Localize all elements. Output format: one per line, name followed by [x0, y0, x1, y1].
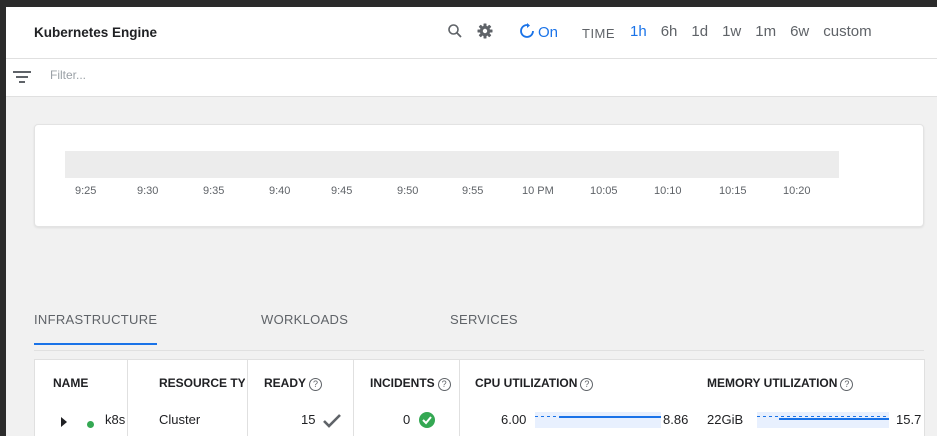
help-icon[interactable]: ?: [437, 378, 451, 391]
column-header-memory-utilization[interactable]: MEMORY UTILIZATION?: [707, 360, 917, 404]
row-memory-max: 15.7: [896, 412, 922, 427]
time-range-6h[interactable]: 6h: [661, 23, 678, 40]
app-window: Kubernetes Engine On TIME 1h 6h 1d 1w 1m…: [6, 7, 937, 436]
refresh-icon: [520, 23, 534, 38]
timeline-tick: 9:25: [75, 185, 97, 197]
time-range-1w[interactable]: 1w: [722, 23, 741, 40]
timeline-tick: 10:10: [654, 185, 682, 197]
column-header-resource-type[interactable]: RESOURCE TYPE: [159, 360, 245, 404]
column-header-incidents[interactable]: INCIDENTS?: [370, 360, 458, 404]
timeline-tick: 9:55: [462, 185, 484, 197]
timeline-tick: 9:45: [331, 185, 353, 197]
timeline-tick: 9:35: [203, 185, 225, 197]
tab-label: INFRASTRUCTURE: [34, 312, 158, 327]
table-row[interactable]: k8s Cluster 15 0 6.00 8.86 22GiB 15.7: [35, 404, 926, 436]
timeline-tick: 10:15: [719, 185, 747, 197]
tab-label: SERVICES: [450, 312, 518, 327]
time-range-1m[interactable]: 1m: [755, 23, 776, 40]
column-header-cpu-utilization[interactable]: CPU UTILIZATION?: [475, 360, 675, 404]
tab-workloads[interactable]: WORKLOADS: [261, 312, 348, 341]
time-range-custom[interactable]: custom: [823, 23, 871, 40]
row-memory-min: 22GiB: [707, 412, 744, 427]
row-ready-count: 15: [301, 412, 316, 427]
tab-infrastructure[interactable]: INFRASTRUCTURE: [34, 312, 158, 345]
page-title: Kubernetes Engine: [34, 25, 158, 40]
time-label: TIME: [582, 26, 616, 41]
timeline-card: 9:25 9:30 9:35 9:40 9:45 9:50 9:55 10 PM…: [34, 124, 924, 227]
checkmark-icon: [323, 414, 341, 428]
column-header-ready[interactable]: READY?: [264, 360, 354, 404]
time-range-6w[interactable]: 6w: [790, 23, 809, 40]
filter-icon[interactable]: [13, 70, 31, 84]
timeline-tick: 10:20: [783, 185, 811, 197]
time-range-1h[interactable]: 1h: [630, 23, 647, 40]
row-name[interactable]: k8s: [105, 412, 127, 427]
tab-label: WORKLOADS: [261, 312, 349, 327]
time-range-selector: 1h 6h 1d 1w 1m 6w custom: [630, 23, 886, 40]
row-cpu-max: 8.86: [663, 412, 689, 427]
help-icon[interactable]: ?: [580, 378, 594, 391]
memory-sparkline: [757, 412, 889, 428]
ok-check-circle-icon: [419, 412, 435, 428]
timeline-tick: 9:50: [397, 185, 419, 197]
app-header: Kubernetes Engine On TIME 1h 6h 1d 1w 1m…: [6, 7, 937, 59]
filter-input[interactable]: [50, 68, 350, 82]
gear-icon[interactable]: [476, 22, 494, 40]
tabs-divider: [34, 350, 924, 351]
expand-caret-icon[interactable]: [61, 415, 67, 430]
timeline-tick: 9:30: [137, 185, 159, 197]
auto-refresh-label: On: [538, 24, 559, 41]
search-icon[interactable]: [446, 22, 464, 40]
status-dot-icon: [87, 416, 94, 431]
help-icon[interactable]: ?: [840, 378, 854, 391]
filter-bar: [6, 59, 937, 97]
resources-table: NAME RESOURCE TYPE READY? INCIDENTS? CPU…: [34, 359, 925, 436]
tab-services[interactable]: SERVICES: [450, 312, 518, 341]
cpu-sparkline: [535, 412, 661, 428]
timeline-tick: 10 PM: [522, 185, 554, 197]
row-resource-type: Cluster: [159, 412, 201, 427]
column-header-name[interactable]: NAME: [53, 360, 133, 404]
time-range-1d[interactable]: 1d: [691, 23, 708, 40]
row-incidents-count: 0: [403, 412, 411, 427]
auto-refresh-toggle[interactable]: On: [520, 23, 558, 41]
row-cpu-min: 6.00: [501, 412, 527, 427]
resource-tabs: INFRASTRUCTURE WORKLOADS SERVICES: [34, 312, 924, 348]
timeline-tick: 10:05: [590, 185, 618, 197]
help-icon[interactable]: ?: [309, 378, 323, 391]
timeline-track[interactable]: [65, 151, 839, 178]
timeline-tick: 9:40: [269, 185, 291, 197]
